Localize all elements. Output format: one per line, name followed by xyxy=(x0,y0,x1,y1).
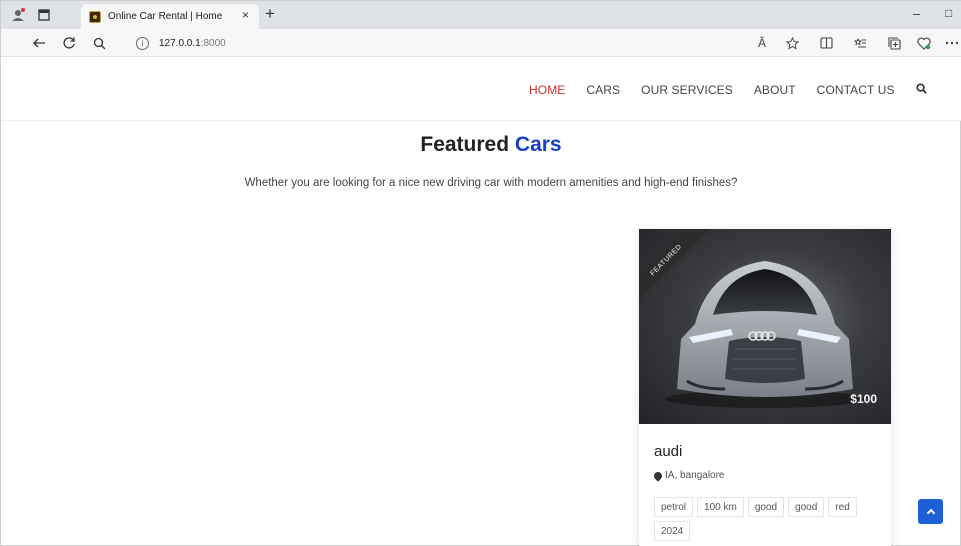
menu-item-cars[interactable]: CARS xyxy=(586,83,620,97)
site-header: HOME CARS OUR SERVICES ABOUT CONTACT US xyxy=(1,57,961,121)
extensions-heart-icon[interactable] xyxy=(915,34,933,52)
split-screen-icon[interactable] xyxy=(817,34,835,52)
location-pin-icon xyxy=(652,469,664,482)
more-menu-icon[interactable] xyxy=(943,34,961,52)
browser-window: Online Car Rental | Home × + – □ i 127.0… xyxy=(0,0,961,546)
new-tab-button[interactable]: + xyxy=(265,4,275,24)
menu-item-contact-us[interactable]: CONTACT US xyxy=(817,83,895,97)
main-menu: HOME CARS OUR SERVICES ABOUT CONTACT US xyxy=(529,83,927,97)
browser-toolbar: i 127.0.0.1:8000 Â xyxy=(1,29,961,57)
featured-subtitle: Whether you are looking for a nice new d… xyxy=(244,177,738,189)
site-favicon-icon xyxy=(89,10,101,23)
tag-condition: good xyxy=(747,497,785,517)
menu-item-home[interactable]: HOME xyxy=(529,83,565,97)
tag-condition-2: good xyxy=(788,497,825,517)
tag-fuel: petrol xyxy=(654,497,694,517)
read-aloud-icon[interactable]: Â xyxy=(753,34,771,52)
featured-cars-title: Featured Cars xyxy=(1,133,961,157)
chevron-up-icon xyxy=(926,508,935,518)
back-to-top-button[interactable] xyxy=(918,499,943,524)
car-location: IA, bangalore xyxy=(652,469,725,482)
search-icon[interactable] xyxy=(89,33,109,53)
refresh-icon[interactable] xyxy=(59,33,79,53)
tag-year: 2024 xyxy=(654,521,691,541)
car-card[interactable]: FEATURED $100 audi IA, bangalore petrol … xyxy=(639,229,891,546)
car-name[interactable]: audi xyxy=(654,443,682,460)
minimize-button[interactable]: – xyxy=(913,6,920,21)
car-location-text: IA, bangalore xyxy=(665,470,725,481)
tab-online-car-rental[interactable]: Online Car Rental | Home × xyxy=(81,4,259,29)
collections-icon[interactable] xyxy=(885,34,903,52)
car-price: $100 xyxy=(850,392,877,406)
title-main: Featured xyxy=(420,133,510,156)
site-info-icon[interactable]: i xyxy=(136,36,149,50)
menu-item-our-services[interactable]: OUR SERVICES xyxy=(641,83,733,97)
address-bar[interactable]: i 127.0.0.1:8000 xyxy=(121,32,821,54)
url-text: 127.0.0.1:8000 xyxy=(159,38,226,49)
car-tags: petrol 100 km good good red 2024 xyxy=(654,497,886,545)
car-image[interactable]: FEATURED $100 xyxy=(639,229,891,424)
tab-title: Online Car Rental | Home xyxy=(108,11,223,22)
back-arrow-icon[interactable] xyxy=(29,33,49,53)
title-accent: Cars xyxy=(514,133,562,156)
tag-color: red xyxy=(828,497,857,517)
tab-actions-icon[interactable] xyxy=(35,6,53,24)
tag-mileage: 100 km xyxy=(697,497,744,517)
url-port: :8000 xyxy=(200,37,226,49)
menu-item-about[interactable]: ABOUT xyxy=(754,83,796,97)
menu-search-icon[interactable] xyxy=(916,83,927,97)
profile-icon[interactable] xyxy=(9,6,27,24)
restore-button[interactable]: □ xyxy=(945,6,952,20)
tab-close-icon[interactable]: × xyxy=(242,8,249,22)
favorite-star-icon[interactable] xyxy=(783,34,801,52)
favorites-list-icon[interactable] xyxy=(851,34,869,52)
tab-strip: Online Car Rental | Home × + – □ xyxy=(1,1,961,29)
url-host: 127.0.0.1 xyxy=(159,37,201,49)
